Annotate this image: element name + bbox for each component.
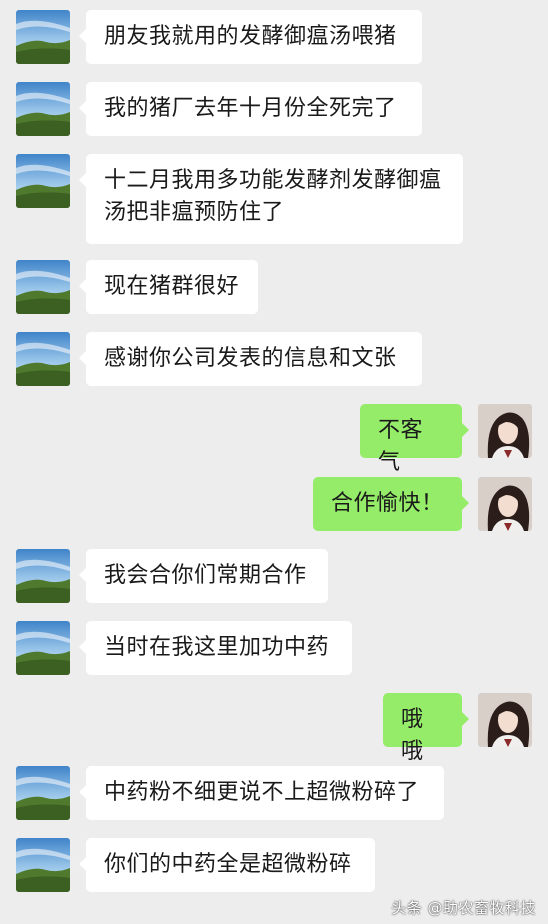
message-bubble[interactable]: 现在猪群很好 (79, 260, 258, 314)
message-bubble[interactable]: 哦哦 (383, 693, 469, 764)
message-bubble[interactable]: 我会合你们常期合作 (79, 549, 328, 603)
landscape-avatar-icon[interactable] (16, 621, 70, 675)
message-bubble[interactable]: 你们的中药全是超微粉碎 (79, 838, 375, 892)
landscape-avatar-icon[interactable] (16, 154, 70, 208)
portrait-avatar-icon[interactable] (478, 477, 532, 531)
landscape-avatar-icon[interactable] (16, 82, 70, 136)
message-bubble[interactable]: 感谢你公司发表的信息和文张 (79, 332, 422, 386)
message-bubble[interactable]: 我的猪厂去年十月份全死完了 (79, 82, 422, 136)
message-bubble[interactable]: 中药粉不细更说不上超微粉碎了 (79, 766, 444, 820)
message-bubble[interactable]: 十二月我用多功能发酵剂发酵御瘟 汤把非瘟预防住了 (79, 154, 463, 244)
portrait-avatar-icon[interactable] (478, 404, 532, 458)
message-bubble[interactable]: 不客气 (360, 404, 469, 475)
landscape-avatar-icon[interactable] (16, 260, 70, 314)
landscape-avatar-icon[interactable] (16, 838, 70, 892)
message-bubble[interactable]: 朋友我就用的发酵御瘟汤喂猪 (79, 10, 422, 64)
landscape-avatar-icon[interactable] (16, 332, 70, 386)
chat-conversation[interactable]: 朋友我就用的发酵御瘟汤喂猪 我的猪厂去年十月份全死完了 十二月我用多功能发酵剂发… (0, 0, 548, 924)
landscape-avatar-icon[interactable] (16, 766, 70, 820)
message-bubble[interactable]: 当时在我这里加功中药 (79, 621, 352, 675)
watermark: 头条 @助农畜牧科技 (391, 899, 536, 917)
landscape-avatar-icon[interactable] (16, 10, 70, 64)
message-bubble[interactable]: 合作愉快！ (313, 477, 469, 531)
portrait-avatar-icon[interactable] (478, 693, 532, 747)
landscape-avatar-icon[interactable] (16, 549, 70, 603)
